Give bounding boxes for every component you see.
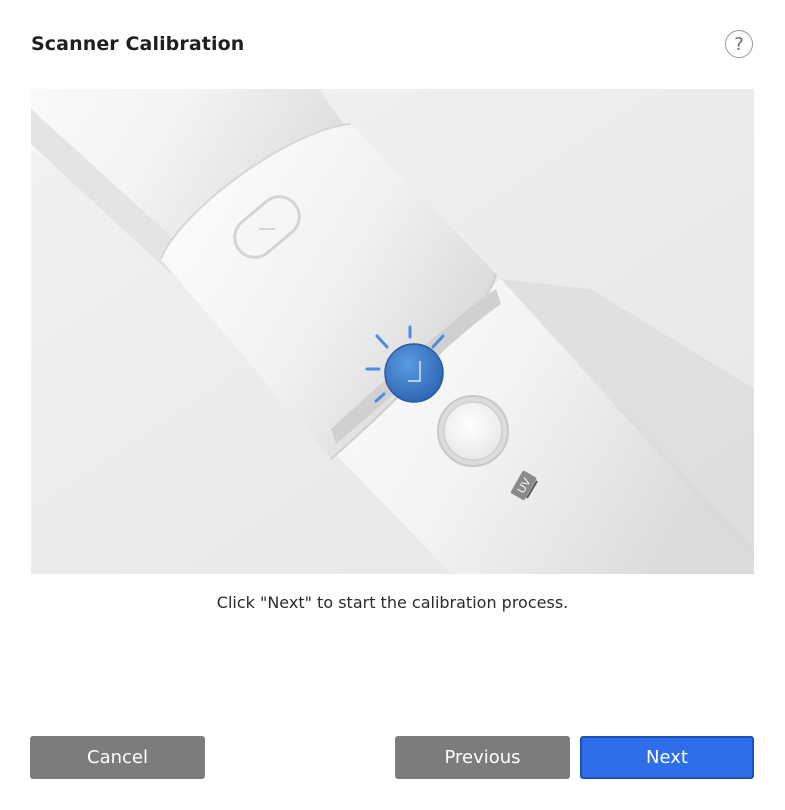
next-button-label: Next (646, 747, 688, 768)
dialog-title: Scanner Calibration (31, 33, 245, 55)
previous-button-label: Previous (444, 747, 521, 768)
next-button[interactable]: Next (580, 736, 754, 779)
round-button-icon (437, 395, 509, 467)
help-button[interactable]: ? (725, 30, 753, 58)
scanner-device-illustration: UV (31, 89, 754, 574)
help-icon: ? (734, 33, 744, 55)
previous-button[interactable]: Previous (395, 736, 570, 779)
cancel-button[interactable]: Cancel (30, 736, 205, 779)
cancel-button-label: Cancel (87, 747, 148, 768)
highlighted-button-icon (384, 343, 444, 403)
scanner-illustration: UV (31, 89, 754, 574)
instruction-text: Click "Next" to start the calibration pr… (216, 593, 569, 612)
scanner-calibration-dialog: Scanner Calibration ? UV Click "Next" to… (0, 0, 785, 810)
